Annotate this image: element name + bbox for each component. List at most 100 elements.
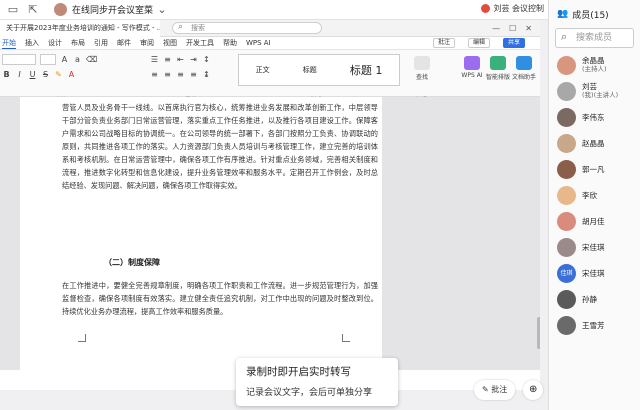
member-item[interactable]: 胡月佳 bbox=[549, 208, 640, 234]
style-normal[interactable]: 正文 bbox=[256, 65, 270, 75]
edit-mode-button[interactable]: 编辑 bbox=[467, 38, 490, 48]
document-canvas[interactable]: 营管人员及业务骨干一线线。以首席执行官为核心，统筹推进业务发展和改革创新工作，中… bbox=[0, 97, 540, 370]
transcription-tip-toast[interactable]: 录制时即开启实时转写 记录会议文字，会后可单独分享 bbox=[236, 358, 398, 406]
find-icon bbox=[414, 56, 430, 70]
underline-icon[interactable]: U bbox=[28, 70, 37, 79]
avatar bbox=[557, 55, 576, 75]
menu-item[interactable]: WPS AI bbox=[246, 39, 271, 47]
member-item[interactable]: 孙静 bbox=[549, 286, 640, 312]
zoom-icon[interactable]: ⊕ bbox=[523, 380, 544, 400]
ribbon-right-buttons: 批注 编辑 共享 bbox=[432, 38, 534, 48]
member-name-text: 李欣 bbox=[582, 190, 597, 200]
style-heading-1[interactable]: 标题 1 bbox=[350, 62, 383, 78]
member-name-text: 余晶晶 bbox=[582, 56, 605, 65]
sort-icon[interactable]: ↕ bbox=[202, 55, 211, 64]
member-search-input[interactable]: 搜索成员 bbox=[555, 28, 634, 48]
member-item[interactable]: 宋佳琪 bbox=[549, 234, 640, 260]
member-name: 李伟东 bbox=[582, 113, 605, 122]
document-tab[interactable]: 关于开展2023年度业务培训的通知 - 写作模式 - ... bbox=[0, 19, 160, 37]
member-list: 余晶晶 (主持人) 刘芸 (我)(主讲人) 李伟东赵晶晶郭一凡李欣胡月佳宋佳琪 佳琪 宋佳琪… bbox=[549, 52, 640, 338]
member-name: 郭一凡 bbox=[582, 165, 605, 174]
meeting-title[interactable]: 在线同步开会议室菜 bbox=[72, 3, 153, 16]
member-role: (我)(主讲人) bbox=[582, 91, 619, 99]
font-color-icon[interactable]: A bbox=[67, 70, 76, 79]
indent-increase-icon[interactable]: ⇥ bbox=[189, 55, 198, 64]
strikethrough-icon[interactable]: S bbox=[41, 70, 50, 79]
shrink-font-icon[interactable]: a bbox=[73, 55, 82, 64]
vertical-scrollbar[interactable] bbox=[537, 317, 540, 349]
annotate-button[interactable]: ✎ 批注 bbox=[474, 380, 516, 400]
sidebar-toggle-icon[interactable]: ▭ bbox=[6, 3, 20, 17]
font-size-select[interactable] bbox=[40, 53, 56, 65]
annotate-label: 批注 bbox=[491, 385, 508, 394]
member-item[interactable]: 赵晶晶 bbox=[549, 130, 640, 156]
body-paragraph-2: 在工作推进中，要健全完善规章制度，明确各项工作职责和工作流程。进一步规范管理行为… bbox=[62, 281, 378, 316]
member-item[interactable]: 余晶晶 (主持人) bbox=[549, 52, 640, 78]
align-left-icon[interactable]: ≡ bbox=[150, 70, 159, 79]
recording-status[interactable]: 刘芸 会议控制 bbox=[481, 3, 544, 14]
ai-icon bbox=[464, 56, 480, 70]
member-item[interactable]: 佳琪 宋佳琪 bbox=[549, 260, 640, 286]
document-page[interactable]: 营管人员及业务骨干一线线。以首席执行官为核心，统筹推进业务发展和改革创新工作，中… bbox=[20, 97, 382, 370]
member-item[interactable]: 郭一凡 bbox=[549, 156, 640, 182]
menu-item[interactable]: 开发工具 bbox=[186, 38, 214, 48]
align-center-icon[interactable]: ≡ bbox=[163, 70, 172, 79]
menu-item[interactable]: 插入 bbox=[25, 38, 39, 48]
doc-assistant-tool[interactable]: 文档助手 bbox=[512, 56, 536, 81]
menu-item[interactable]: 设计 bbox=[48, 38, 62, 48]
grow-font-icon[interactable]: A bbox=[60, 55, 69, 64]
toast-description: 记录会议文字，会后可单独分享 bbox=[246, 388, 373, 398]
close-icon[interactable]: ✕ bbox=[525, 24, 532, 33]
members-title: 成员(15) bbox=[572, 10, 609, 21]
member-item[interactable]: 王雪芳 bbox=[549, 312, 640, 338]
clear-format-icon[interactable]: ⌫ bbox=[86, 55, 97, 64]
member-item[interactable]: 李欣 bbox=[549, 182, 640, 208]
avatar bbox=[557, 185, 576, 205]
menu-item[interactable]: 视图 bbox=[163, 38, 177, 48]
bullet-list-icon[interactable]: ☰ bbox=[150, 55, 159, 64]
chevron-down-icon[interactable]: ⌄ bbox=[155, 3, 169, 17]
avatar bbox=[557, 289, 576, 309]
justify-icon[interactable]: ≡ bbox=[189, 70, 198, 79]
avatar bbox=[557, 81, 576, 101]
minimize-icon[interactable]: — bbox=[492, 24, 500, 33]
wps-ai-tool[interactable]: WPS AI bbox=[460, 56, 484, 79]
menu-item[interactable]: 布局 bbox=[71, 38, 85, 48]
smart-layout-label: 智能排版 bbox=[486, 74, 511, 81]
line-spacing-icon[interactable]: ↨ bbox=[202, 70, 211, 79]
menu-item[interactable]: 审阅 bbox=[140, 38, 154, 48]
share-screen-icon[interactable]: ⇱ bbox=[26, 3, 40, 17]
member-name-text: 宋佳琪 bbox=[582, 268, 605, 278]
menu-item[interactable]: 邮件 bbox=[117, 38, 131, 48]
member-item[interactable]: 李伟东 bbox=[549, 104, 640, 130]
member-name: 胡月佳 bbox=[582, 217, 605, 226]
presenter-avatar bbox=[54, 3, 67, 16]
highlight-icon[interactable]: ✎ bbox=[54, 70, 63, 79]
avatar bbox=[557, 237, 576, 257]
numbered-list-icon[interactable]: ≡ bbox=[163, 55, 172, 64]
avatar bbox=[557, 159, 576, 179]
maximize-icon[interactable]: ☐ bbox=[509, 24, 516, 33]
style-title[interactable]: 标题 bbox=[303, 65, 317, 75]
indent-decrease-icon[interactable]: ⇤ bbox=[176, 55, 185, 64]
menu-item[interactable]: 帮助 bbox=[223, 38, 237, 48]
meeting-app: ▭ ⇱ 在线同步开会议室菜 ⌄ 刘芸 会议控制 关于开展2023年度业务培训的通… bbox=[0, 0, 548, 410]
member-item[interactable]: 刘芸 (我)(主讲人) bbox=[549, 78, 640, 104]
italic-icon[interactable]: I bbox=[15, 70, 24, 79]
crop-mark bbox=[342, 334, 350, 342]
font-name-select[interactable] bbox=[2, 53, 36, 65]
member-name-text: 郭一凡 bbox=[582, 164, 605, 174]
menu-item[interactable]: 开始 bbox=[2, 38, 16, 49]
find-tool[interactable]: 查找 bbox=[410, 56, 434, 81]
meeting-top-bar: ▭ ⇱ 在线同步开会议室菜 ⌄ 刘芸 会议控制 bbox=[0, 0, 548, 20]
document-search-input[interactable]: 搜索 bbox=[172, 22, 322, 34]
share-button[interactable]: 共享 bbox=[502, 38, 525, 48]
menu-item[interactable]: 引用 bbox=[94, 38, 108, 48]
smart-layout-tool[interactable]: 智能排版 bbox=[486, 56, 510, 81]
member-name-text: 胡月佳 bbox=[582, 216, 605, 226]
member-name-text: 李伟东 bbox=[582, 112, 605, 122]
bold-icon[interactable]: B bbox=[2, 70, 11, 79]
comment-button[interactable]: 批注 bbox=[432, 38, 455, 48]
body-paragraph-1: 营管人员及业务骨干一线线。以首席执行官为核心，统筹推进业务发展和改革创新工作，中… bbox=[62, 103, 378, 190]
align-right-icon[interactable]: ≡ bbox=[176, 70, 185, 79]
